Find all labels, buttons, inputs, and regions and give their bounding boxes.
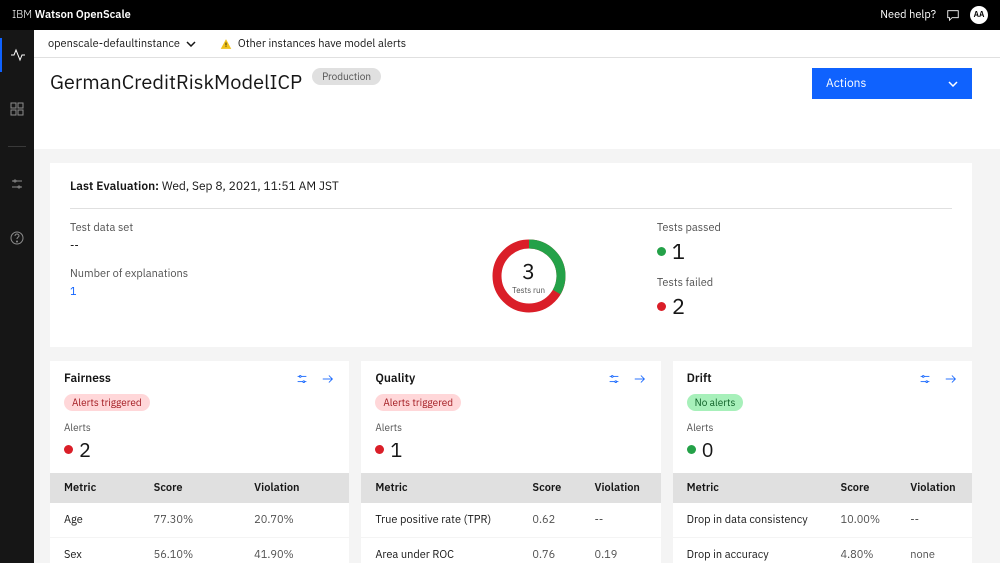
col-violation: Violation bbox=[581, 473, 661, 503]
rail-item-help[interactable] bbox=[0, 221, 34, 255]
alerts-label: Alerts bbox=[687, 421, 958, 434]
metric-score: 0.62 bbox=[518, 503, 580, 538]
metric-name: Area under ROC bbox=[361, 538, 518, 563]
env-badge: Production bbox=[312, 68, 381, 85]
rail-item-dashboard[interactable] bbox=[0, 92, 34, 126]
test-data-value: -- bbox=[70, 239, 440, 253]
metric-name: Age bbox=[50, 503, 140, 538]
instance-alert-warning[interactable]: Other instances have model alerts bbox=[220, 37, 406, 51]
metric-score: 56.10% bbox=[140, 538, 241, 563]
metric-table: MetricScoreViolationDrop in data consist… bbox=[673, 473, 972, 563]
metric-table: MetricScoreViolationAge77.30%20.70%Sex56… bbox=[50, 473, 349, 563]
metric-card-title: Fairness bbox=[64, 371, 295, 386]
table-row: True positive rate (TPR)0.62-- bbox=[361, 503, 660, 538]
rail-item-settings[interactable] bbox=[0, 167, 34, 201]
arrow-right-icon[interactable] bbox=[944, 372, 958, 386]
status-dot bbox=[375, 445, 384, 454]
settings-icon[interactable] bbox=[295, 372, 309, 386]
col-metric: Metric bbox=[361, 473, 518, 503]
main-area: openscale-defaultinstance Other instance… bbox=[34, 30, 1000, 563]
table-row: Age77.30%20.70% bbox=[50, 503, 349, 538]
metric-score: 0.76 bbox=[518, 538, 580, 563]
col-metric: Metric bbox=[50, 473, 140, 503]
alerts-badge: Alerts triggered bbox=[64, 394, 150, 411]
arrow-right-icon[interactable] bbox=[321, 372, 335, 386]
need-help-link[interactable]: Need help? bbox=[880, 8, 936, 22]
col-violation: Violation bbox=[240, 473, 349, 503]
status-dot bbox=[64, 445, 73, 454]
arrow-right-icon[interactable] bbox=[633, 372, 647, 386]
alerts-label: Alerts bbox=[375, 421, 646, 434]
chevron-down-icon bbox=[186, 41, 196, 47]
metric-violation: -- bbox=[896, 503, 972, 538]
explanations-label: Number of explanations bbox=[70, 267, 440, 281]
page-header: GermanCreditRiskModelICP Production Acti… bbox=[34, 58, 1000, 149]
alerts-count: 2 bbox=[64, 436, 335, 463]
test-data-label: Test data set bbox=[70, 221, 440, 235]
table-row: Area under ROC0.760.19 bbox=[361, 538, 660, 563]
metric-card-drift: Drift No alerts Alerts 0 MetricScoreViolatio… bbox=[673, 361, 972, 563]
explanations-link[interactable]: 1 bbox=[70, 285, 440, 299]
metric-name: Drop in data consistency bbox=[673, 503, 827, 538]
status-dot-red bbox=[657, 302, 666, 311]
metric-violation: 0.19 bbox=[581, 538, 661, 563]
topbar: IBM Watson OpenScale Need help? AA bbox=[0, 0, 1000, 30]
alerts-count: 0 bbox=[687, 436, 958, 463]
metric-card-title: Drift bbox=[687, 371, 918, 386]
subheader: openscale-defaultinstance Other instance… bbox=[34, 30, 1000, 58]
settings-icon[interactable] bbox=[607, 372, 621, 386]
tests-run-label: Tests run bbox=[512, 286, 545, 296]
table-row: Drop in data consistency10.00%-- bbox=[673, 503, 972, 538]
rail-item-activity[interactable] bbox=[0, 38, 34, 72]
metric-name: Sex bbox=[50, 538, 140, 563]
metric-card-title: Quality bbox=[375, 371, 606, 386]
status-dot bbox=[687, 445, 696, 454]
col-score: Score bbox=[827, 473, 897, 503]
col-metric: Metric bbox=[673, 473, 827, 503]
warning-icon bbox=[220, 38, 232, 50]
metric-score: 4.80% bbox=[827, 538, 897, 563]
status-dot-green bbox=[657, 247, 666, 256]
tests-run-donut: 3 Tests run bbox=[490, 237, 568, 315]
metric-table: MetricScoreViolationTrue positive rate (… bbox=[361, 473, 660, 563]
alerts-badge: Alerts triggered bbox=[375, 394, 461, 411]
tests-failed-value: 2 bbox=[657, 292, 952, 321]
settings-icon[interactable] bbox=[918, 372, 932, 386]
alerts-count: 1 bbox=[375, 436, 646, 463]
evaluation-card: Last Evaluation: Wed, Sep 8, 2021, 11:51… bbox=[50, 163, 972, 347]
metric-violation: none bbox=[896, 538, 972, 563]
metric-card-fairness: Fairness Alerts triggered Alerts 2 MetricSco… bbox=[50, 361, 349, 563]
tests-passed-label: Tests passed bbox=[657, 221, 952, 235]
tests-run-value: 3 bbox=[522, 257, 535, 286]
metric-score: 77.30% bbox=[140, 503, 241, 538]
metrics-row: FairnessAlerts triggeredAlerts2MetricSco… bbox=[50, 361, 972, 563]
tests-failed-label: Tests failed bbox=[657, 276, 952, 290]
col-violation: Violation bbox=[896, 473, 972, 503]
content: Last Evaluation: Wed, Sep 8, 2021, 11:51… bbox=[34, 149, 1000, 563]
alerts-label: Alerts bbox=[64, 421, 335, 434]
metric-violation: 41.90% bbox=[240, 538, 349, 563]
tests-passed-value: 1 bbox=[657, 237, 952, 266]
table-row: Drop in accuracy4.80%none bbox=[673, 538, 972, 563]
last-evaluation: Last Evaluation: Wed, Sep 8, 2021, 11:51… bbox=[70, 179, 952, 209]
actions-button[interactable]: Actions bbox=[812, 68, 972, 99]
brand: IBM Watson OpenScale bbox=[12, 8, 131, 22]
metric-score: 10.00% bbox=[827, 503, 897, 538]
alerts-badge: No alerts bbox=[687, 394, 744, 411]
avatar[interactable]: AA bbox=[970, 6, 988, 24]
metric-name: True positive rate (TPR) bbox=[361, 503, 518, 538]
metric-violation: -- bbox=[581, 503, 661, 538]
col-score: Score bbox=[140, 473, 241, 503]
left-nav-rail bbox=[0, 30, 34, 563]
metric-violation: 20.70% bbox=[240, 503, 349, 538]
instance-selector[interactable]: openscale-defaultinstance bbox=[48, 37, 196, 51]
chat-icon[interactable] bbox=[946, 8, 960, 22]
chevron-down-icon bbox=[948, 81, 958, 87]
metric-card-quality: Quality Alerts triggered Alerts 1 MetricScor… bbox=[361, 361, 660, 563]
col-score: Score bbox=[518, 473, 580, 503]
metric-name: Drop in accuracy bbox=[673, 538, 827, 563]
page-title: GermanCreditRiskModelICP bbox=[50, 68, 302, 95]
table-row: Sex56.10%41.90% bbox=[50, 538, 349, 563]
